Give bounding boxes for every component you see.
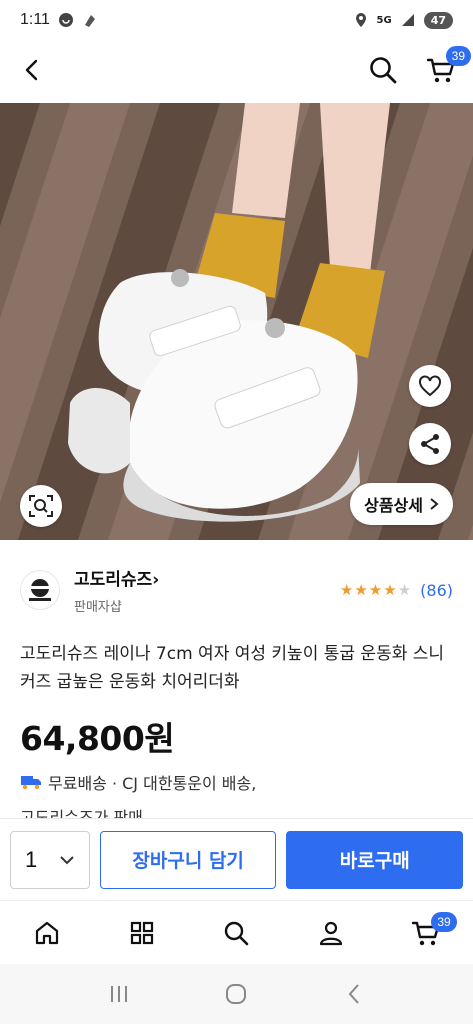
tab-search[interactable] bbox=[211, 908, 261, 958]
quantity-value: 1 bbox=[25, 846, 38, 872]
search-icon bbox=[370, 57, 397, 84]
tab-categories[interactable] bbox=[117, 908, 167, 958]
share-button[interactable] bbox=[409, 423, 451, 465]
seller-subtitle: 판매자샵 bbox=[74, 600, 122, 615]
search-icon bbox=[225, 921, 249, 945]
cart-button[interactable]: 39 bbox=[423, 46, 471, 88]
tab-cart-badge: 39 bbox=[431, 911, 457, 932]
heart-icon bbox=[419, 375, 441, 397]
buy-bar: 1 장바구니 담기 바로구매 bbox=[0, 818, 473, 900]
status-time: 1:11 bbox=[20, 11, 50, 28]
battery-indicator: 47 bbox=[423, 11, 453, 29]
signal-icon bbox=[401, 14, 414, 26]
tab-my-page[interactable] bbox=[306, 908, 356, 958]
user-icon bbox=[319, 921, 343, 945]
lens-icon bbox=[29, 495, 53, 517]
home-circle-icon bbox=[226, 984, 247, 1004]
seller-row: 고도리슈즈› 판매자샵 ★★★★★ (86) bbox=[20, 562, 453, 618]
product-title: 고도리슈즈 레이나 7cm 여자 여성 키높이 통굽 운동화 스니커즈 굽높은 … bbox=[20, 644, 445, 692]
network-label: 5G bbox=[376, 14, 392, 26]
seller-logo[interactable] bbox=[20, 570, 60, 610]
app-header: 39 bbox=[0, 40, 473, 100]
recents-button[interactable] bbox=[99, 974, 139, 1014]
back-triangle-icon bbox=[348, 984, 359, 1004]
back-button[interactable] bbox=[14, 52, 50, 88]
product-image[interactable]: 상품상세 bbox=[0, 103, 473, 540]
search-button[interactable] bbox=[365, 52, 401, 88]
like-button[interactable] bbox=[409, 365, 451, 407]
add-to-cart-button[interactable]: 장바구니 담기 bbox=[99, 830, 277, 889]
share-icon bbox=[421, 434, 439, 454]
product-photo bbox=[0, 103, 473, 540]
sold-by-text: 고도리슈즈가 판매 bbox=[20, 808, 143, 818]
rating-stars: ★★★★★ bbox=[339, 581, 413, 599]
bottom-tab-bar: 39 bbox=[0, 900, 473, 964]
tab-home[interactable] bbox=[22, 908, 72, 958]
buy-now-button[interactable]: 바로구매 bbox=[286, 830, 463, 889]
image-search-button[interactable] bbox=[20, 485, 62, 527]
review-count: (86) bbox=[420, 580, 453, 600]
status-bar: 1:11 5G 47 bbox=[0, 0, 473, 40]
shipping-text: 무료배송 · CJ 대한통운이 배송, bbox=[48, 774, 257, 793]
back-system-button[interactable] bbox=[334, 974, 374, 1014]
system-nav-bar bbox=[0, 964, 473, 1024]
seller-name: 고도리슈즈 bbox=[74, 570, 153, 590]
home-system-button[interactable] bbox=[216, 974, 256, 1014]
seller-logo-mark bbox=[29, 579, 51, 601]
product-detail-label: 상품상세 bbox=[364, 496, 423, 515]
cart-count-badge: 39 bbox=[445, 46, 471, 66]
grid-icon bbox=[130, 921, 153, 944]
tab-cart[interactable]: 39 bbox=[401, 908, 457, 958]
product-price: 64,800원 bbox=[20, 719, 175, 758]
chevron-down-icon bbox=[60, 855, 74, 864]
location-icon bbox=[355, 13, 366, 27]
back-icon bbox=[25, 59, 38, 81]
shipping-info: 무료배송 · CJ 대한통운이 배송, bbox=[20, 770, 256, 794]
home-icon bbox=[36, 921, 59, 944]
recents-icon bbox=[110, 986, 127, 1002]
quantity-select[interactable]: 1 bbox=[10, 830, 90, 889]
product-detail-button[interactable]: 상품상세 bbox=[350, 483, 453, 525]
dnd-icon bbox=[58, 13, 73, 27]
seller-name-link[interactable]: 고도리슈즈› bbox=[74, 565, 159, 590]
rating-summary[interactable]: ★★★★★ (86) bbox=[340, 581, 453, 600]
chevron-right-icon bbox=[430, 498, 439, 510]
notification-icon bbox=[84, 15, 95, 27]
truck-icon bbox=[21, 776, 41, 790]
